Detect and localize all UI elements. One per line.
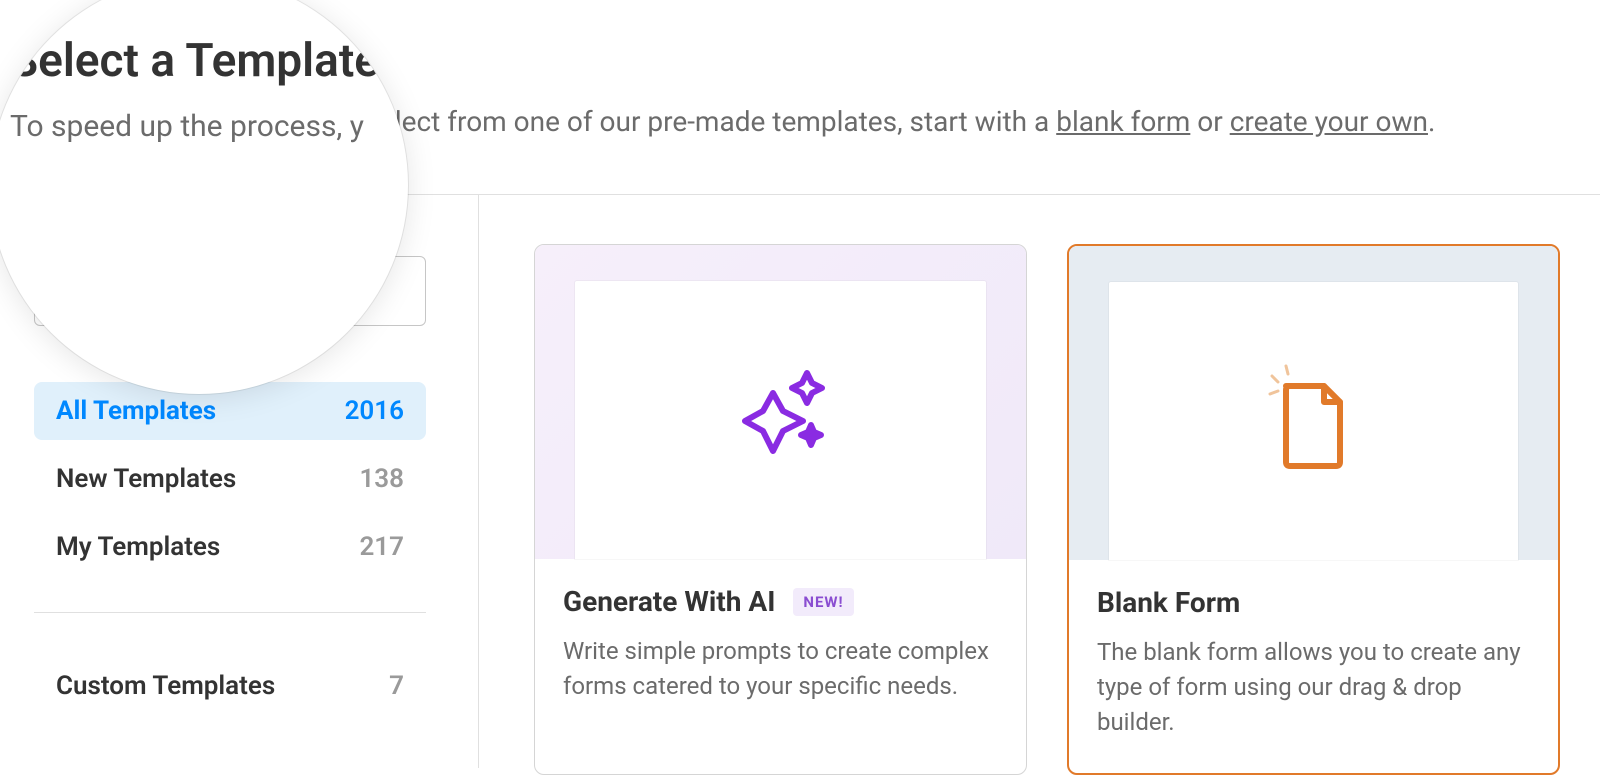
card-generate-with-ai[interactable]: Generate With AI NEW! Write simple promp… [534, 244, 1027, 775]
subtitle-or: or [1190, 105, 1229, 138]
card-description: Write simple prompts to create complex f… [563, 634, 998, 704]
card-thumbnail [535, 245, 1026, 559]
card-preview [575, 281, 986, 559]
card-body: Generate With AI NEW! Write simple promp… [535, 559, 1026, 738]
header-subtitle: elect from one of our pre-made templates… [380, 105, 1435, 138]
sidebar-item-label: My Templates [56, 532, 220, 562]
sidebar-item-my-templates[interactable]: My Templates 217 [34, 518, 426, 576]
card-preview [1109, 282, 1518, 560]
subtitle-period: . [1428, 105, 1435, 138]
sidebar-item-count: 7 [389, 671, 404, 701]
sidebar-item-count: 2016 [345, 396, 404, 426]
blank-page-icon [1268, 364, 1358, 478]
sidebar-item-new-templates[interactable]: New Templates 138 [34, 450, 426, 508]
card-body: Blank Form The blank form allows you to … [1069, 560, 1558, 773]
card-title: Generate With AI [563, 585, 775, 618]
sidebar-item-label: Custom Templates [56, 671, 275, 701]
card-title: Blank Form [1097, 586, 1240, 619]
sidebar-item-count: 217 [359, 532, 404, 562]
template-cards: Generate With AI NEW! Write simple promp… [534, 244, 1560, 775]
sidebar-item-count: 138 [359, 464, 404, 494]
sidebar-item-custom-templates[interactable]: Custom Templates 7 [34, 657, 426, 715]
vertical-divider [478, 195, 479, 768]
card-thumbnail [1069, 246, 1558, 560]
blank-form-link[interactable]: blank form [1056, 105, 1190, 138]
sparkles-icon [725, 363, 835, 477]
page-title: Select a Template [10, 36, 408, 87]
create-your-own-link[interactable]: create your own [1230, 105, 1428, 138]
card-description: The blank form allows you to create any … [1097, 635, 1530, 739]
sidebar-item-label: All Templates [56, 396, 216, 426]
subtitle-text: elect from one of our pre-made templates… [380, 105, 1056, 138]
sidebar-divider [34, 612, 426, 613]
sidebar-item-label: New Templates [56, 464, 236, 494]
card-blank-form[interactable]: Blank Form The blank form allows you to … [1067, 244, 1560, 775]
page-subtitle-zoom: To speed up the process, y [10, 109, 408, 144]
new-badge: NEW! [793, 588, 853, 616]
